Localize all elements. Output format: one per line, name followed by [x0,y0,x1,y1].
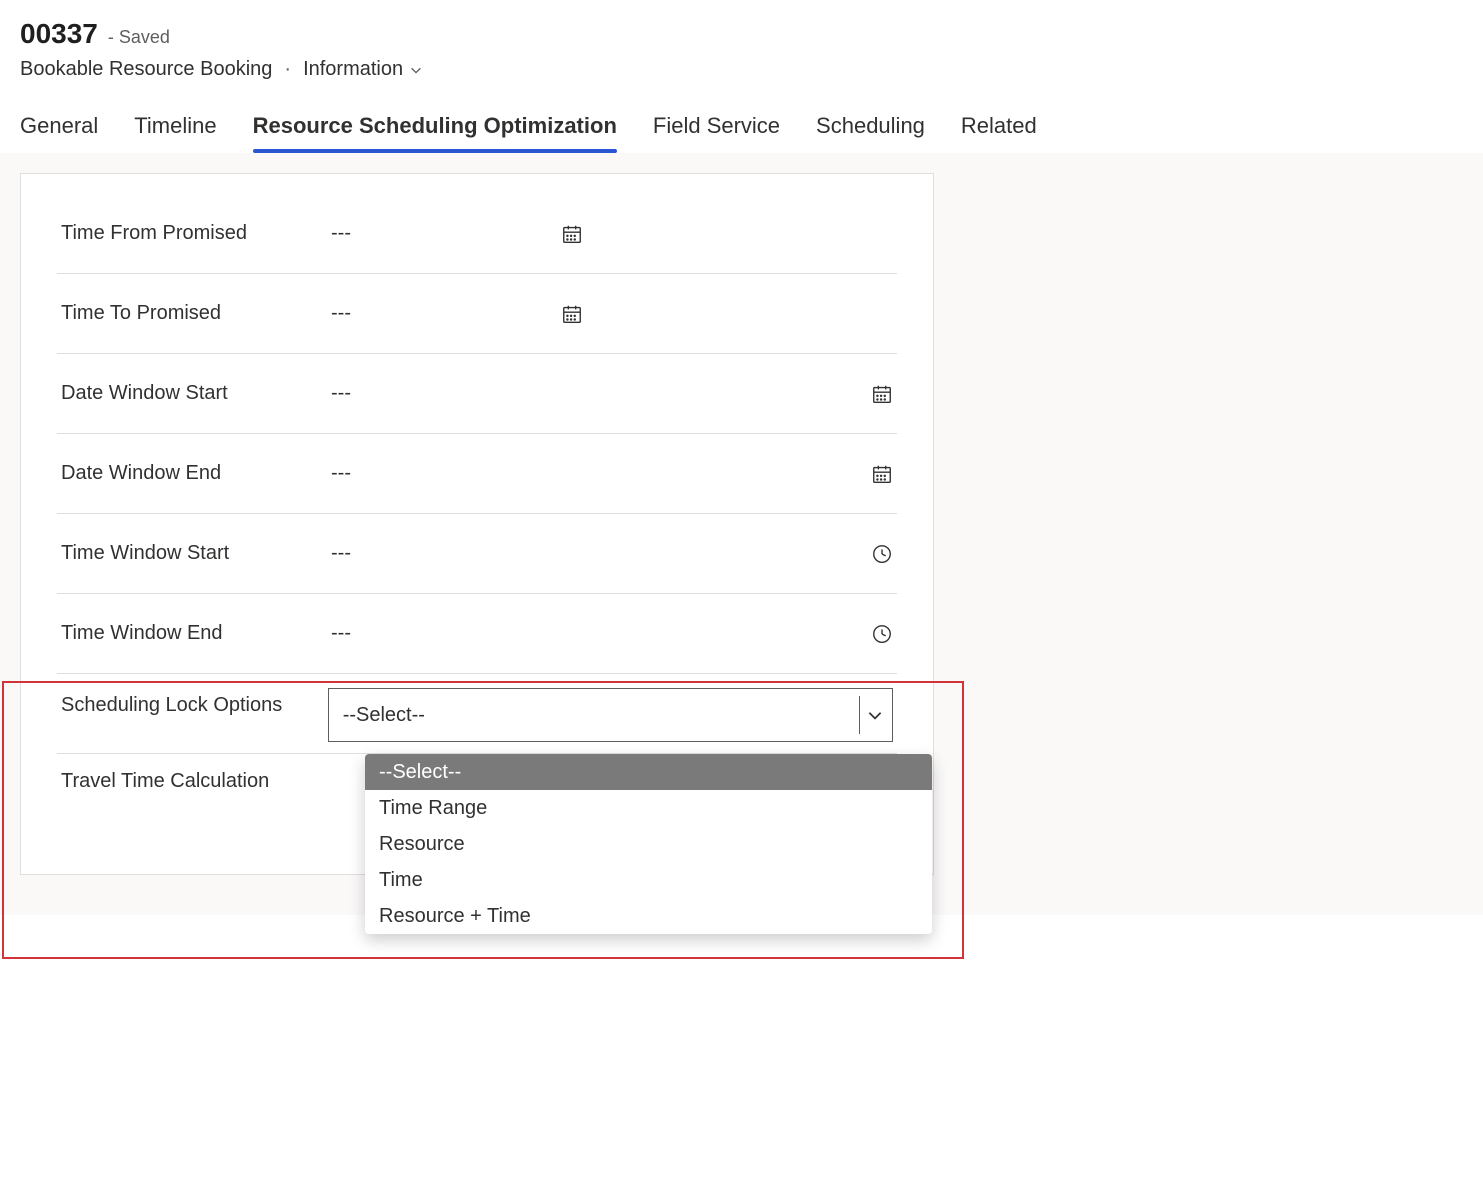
field-label: Travel Time Calculation [61,768,331,795]
field-label: Time From Promised [61,220,331,247]
field-label: Time Window End [61,620,331,647]
tab-scheduling[interactable]: Scheduling [816,113,925,153]
tab-timeline[interactable]: Timeline [134,113,216,153]
dropdown-option-resource[interactable]: Resource [365,826,932,862]
field-label: Time To Promised [61,300,331,327]
field-time-from-promised[interactable]: Time From Promised --- [57,194,897,274]
field-value: --- [331,542,351,565]
separator: · [284,58,291,81]
calendar-icon[interactable] [561,223,583,245]
dropdown-option-time-range[interactable]: Time Range [365,790,932,826]
field-label: Time Window Start [61,540,331,567]
clock-icon[interactable] [871,623,893,645]
field-scheduling-lock-options[interactable]: Scheduling Lock Options --Select-- [57,674,897,754]
tab-field-service[interactable]: Field Service [653,113,780,153]
field-value: --- [331,382,351,405]
form-panel: Time From Promised --- Time To Promised … [20,173,934,875]
form-selector[interactable]: Information [303,58,423,81]
dropdown-option-select[interactable]: --Select-- [365,754,932,790]
field-date-window-start[interactable]: Date Window Start --- [57,354,897,434]
clock-icon[interactable] [871,543,893,565]
field-value: --- [331,222,351,245]
chevron-down-icon [409,63,423,77]
chevron-down-icon [866,706,884,724]
field-label: Date Window End [61,460,331,487]
field-time-window-start[interactable]: Time Window Start --- [57,514,897,594]
scheduling-lock-options-dropdown: --Select-- Time Range Resource Time Reso… [365,754,932,934]
field-value: --- [331,622,351,645]
dropdown-option-resource-time[interactable]: Resource + Time [365,898,932,934]
tab-resource-scheduling-optimization[interactable]: Resource Scheduling Optimization [253,113,617,153]
save-status: - Saved [108,27,170,48]
field-value: --- [331,302,351,325]
scheduling-lock-options-select[interactable]: --Select-- [328,688,893,742]
record-title: 00337 [20,18,98,50]
field-date-window-end[interactable]: Date Window End --- [57,434,897,514]
form-name: Information [303,58,403,81]
field-value: --- [331,462,351,485]
tab-related[interactable]: Related [961,113,1037,153]
field-label: Scheduling Lock Options [61,688,328,719]
form-header: 00337 - Saved Bookable Resource Booking … [0,0,1483,81]
calendar-icon[interactable] [871,463,893,485]
select-divider [859,696,860,734]
calendar-icon[interactable] [561,303,583,325]
tab-list: General Timeline Resource Scheduling Opt… [0,81,1483,153]
field-time-window-end[interactable]: Time Window End --- [57,594,897,674]
entity-name: Bookable Resource Booking [20,58,272,81]
field-time-to-promised[interactable]: Time To Promised --- [57,274,897,354]
select-value: --Select-- [343,704,425,727]
tab-general[interactable]: General [20,113,98,153]
dropdown-option-time[interactable]: Time [365,862,932,898]
field-label: Date Window Start [61,380,331,407]
calendar-icon[interactable] [871,383,893,405]
